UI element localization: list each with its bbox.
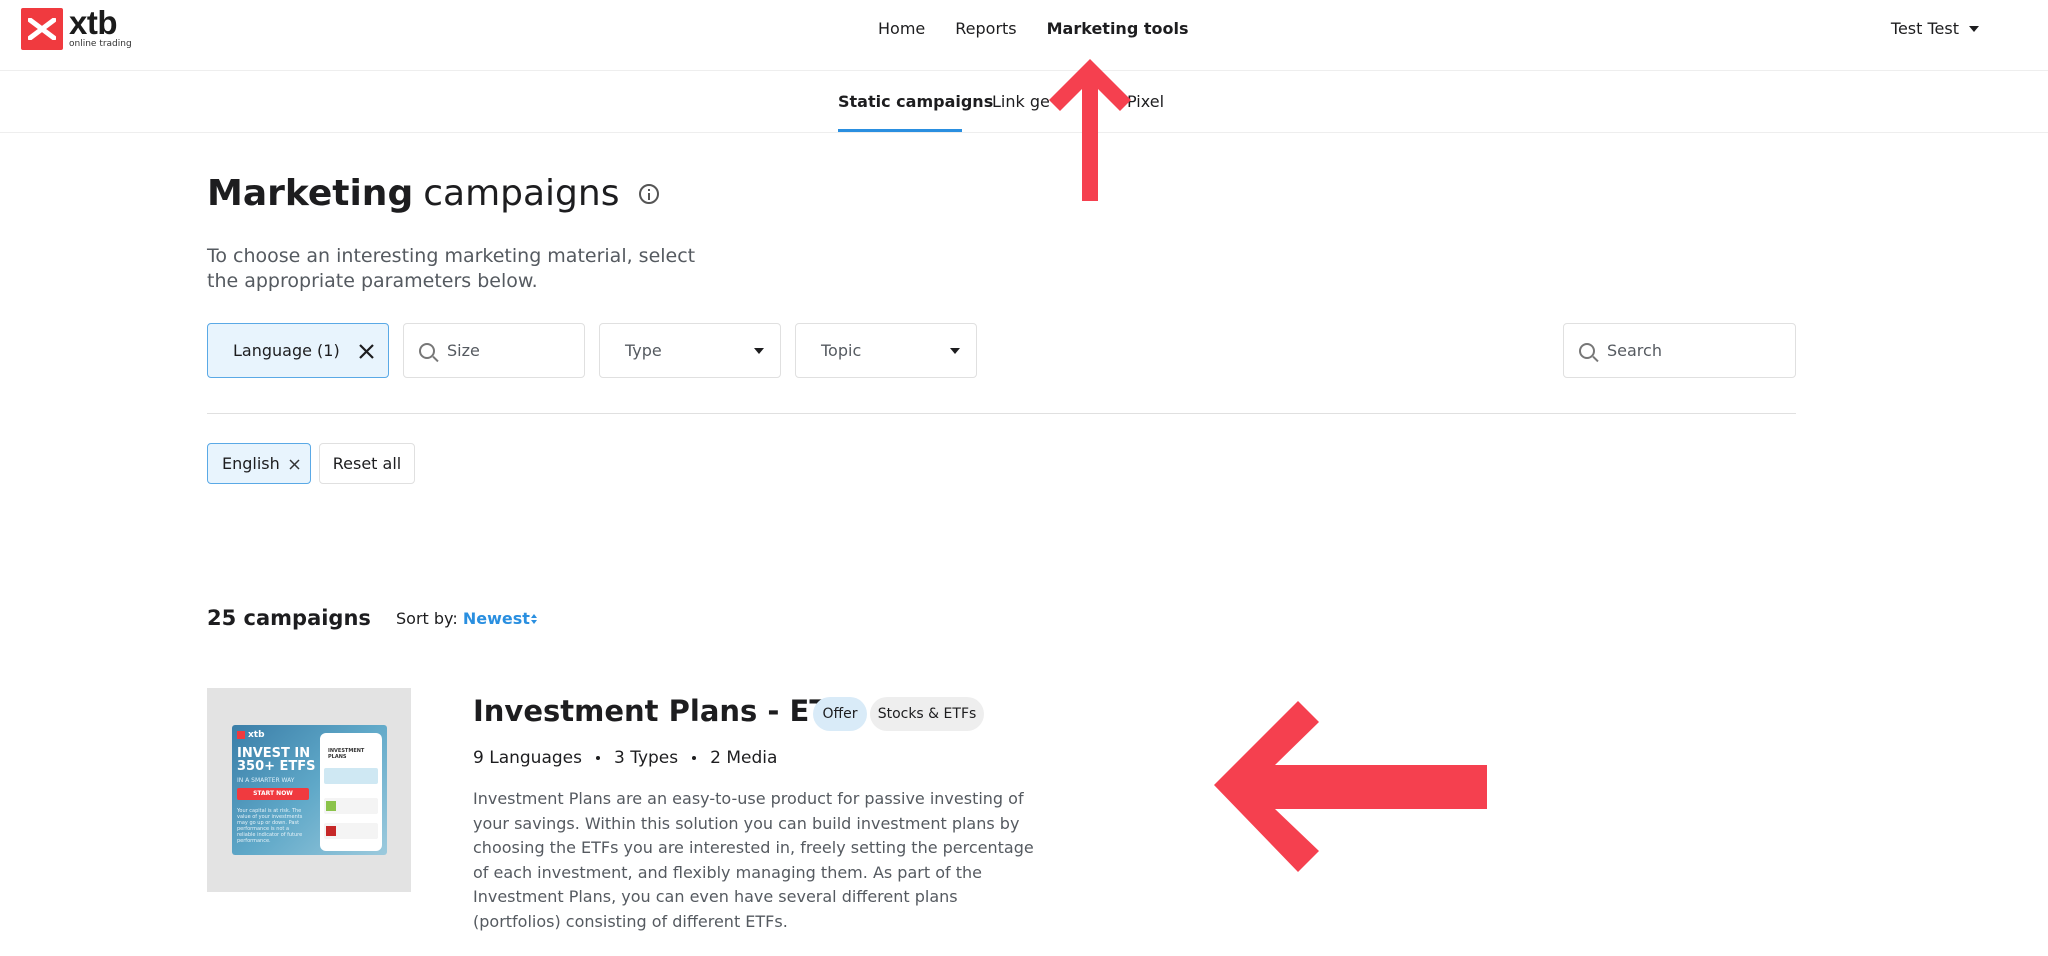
annotation-arrow-left-icon (1214, 701, 1487, 872)
page-title: Marketing campaigns (207, 173, 660, 214)
chevron-down-icon (950, 348, 960, 354)
logo-mark-icon (21, 8, 63, 50)
size-search-input[interactable]: Size (403, 323, 585, 378)
campaign-meta: 9 Languages 3 Types 2 Media (473, 748, 777, 768)
banner-cta: START NOW (237, 788, 309, 800)
campaign-thumbnail[interactable]: xtb INVEST IN 350+ ETFS IN A SMARTER WAY… (207, 688, 411, 892)
sort-label: Sort by: (396, 609, 458, 628)
sub-navigation: Static campaigns Link ge Pixel (0, 71, 2048, 133)
tab-link-generator[interactable]: Link ge (992, 92, 1050, 111)
logo-wordmark: xtb (69, 4, 117, 41)
page-title-light: campaigns (423, 173, 620, 214)
filters-divider (207, 413, 1796, 414)
campaign-search-input[interactable]: Search (1563, 323, 1796, 378)
banner-subhead: IN A SMARTER WAY (237, 777, 295, 784)
banner-phone-mockup: INVESTMENT PLANS (320, 733, 382, 851)
reset-all-button[interactable]: Reset all (319, 443, 415, 484)
top-navigation-bar: xtb online trading Home Reports Marketin… (0, 0, 2048, 71)
search-icon (1579, 342, 1595, 359)
user-menu[interactable]: Test Test (1891, 19, 1979, 38)
language-filter[interactable]: Language (1) (207, 323, 389, 378)
tab-static-campaigns[interactable]: Static campaigns (838, 92, 993, 111)
meta-media: 2 Media (710, 748, 778, 768)
user-name: Test Test (1890, 19, 1959, 38)
category-badge: Stocks & ETFs (870, 697, 984, 731)
chevron-down-icon (1969, 25, 1979, 32)
sort-icon (530, 614, 537, 624)
meta-types: 3 Types (613, 748, 679, 768)
close-icon[interactable] (289, 459, 300, 470)
campaign-count: 25 campaigns (207, 606, 371, 630)
topic-dropdown[interactable]: Topic (795, 323, 977, 378)
sort-control[interactable]: Sort by: Newest (396, 609, 538, 628)
separator-dot (692, 756, 697, 760)
page-subtitle: To choose an interesting marketing mater… (207, 245, 696, 292)
campaign-title[interactable]: Investment Plans - ETFs (473, 694, 866, 728)
page-title-bold: Marketing (207, 173, 414, 214)
nav-item-home[interactable]: Home (878, 19, 925, 38)
nav-item-reports[interactable]: Reports (955, 19, 1016, 38)
topic-dropdown-label: Topic (821, 341, 862, 360)
annotation-arrow-up-icon (1049, 59, 1131, 201)
offer-badge: Offer (813, 697, 867, 731)
banner-disclaimer: Your capital is at risk. The value of yo… (237, 808, 303, 844)
size-placeholder: Size (447, 341, 480, 360)
search-icon (419, 342, 435, 359)
close-icon[interactable] (359, 344, 374, 359)
type-dropdown-label: Type (625, 341, 662, 360)
language-filter-label: Language (1) (233, 341, 340, 360)
sort-value[interactable]: Newest (463, 609, 530, 628)
main-nav: Home Reports Marketing tools (878, 19, 1188, 38)
meta-languages: 9 Languages (473, 748, 582, 768)
campaign-banner-image: xtb INVEST IN 350+ ETFS IN A SMARTER WAY… (232, 725, 387, 855)
separator-dot (595, 756, 600, 760)
banner-logo: xtb (237, 730, 265, 740)
chip-label: English (222, 454, 280, 473)
type-dropdown[interactable]: Type (599, 323, 781, 378)
banner-headline: INVEST IN 350+ ETFS (237, 746, 316, 774)
xtb-logo[interactable]: xtb online trading (21, 4, 132, 50)
search-placeholder: Search (1607, 341, 1662, 360)
nav-item-marketing-tools[interactable]: Marketing tools (1047, 19, 1189, 38)
campaign-description: Investment Plans are an easy-to-use prod… (473, 789, 1034, 931)
active-tab-indicator (838, 129, 962, 132)
logo-tagline: online trading (69, 39, 132, 49)
chevron-down-icon (754, 348, 764, 354)
active-filter-chip[interactable]: English (207, 443, 311, 484)
info-icon[interactable] (639, 183, 660, 204)
